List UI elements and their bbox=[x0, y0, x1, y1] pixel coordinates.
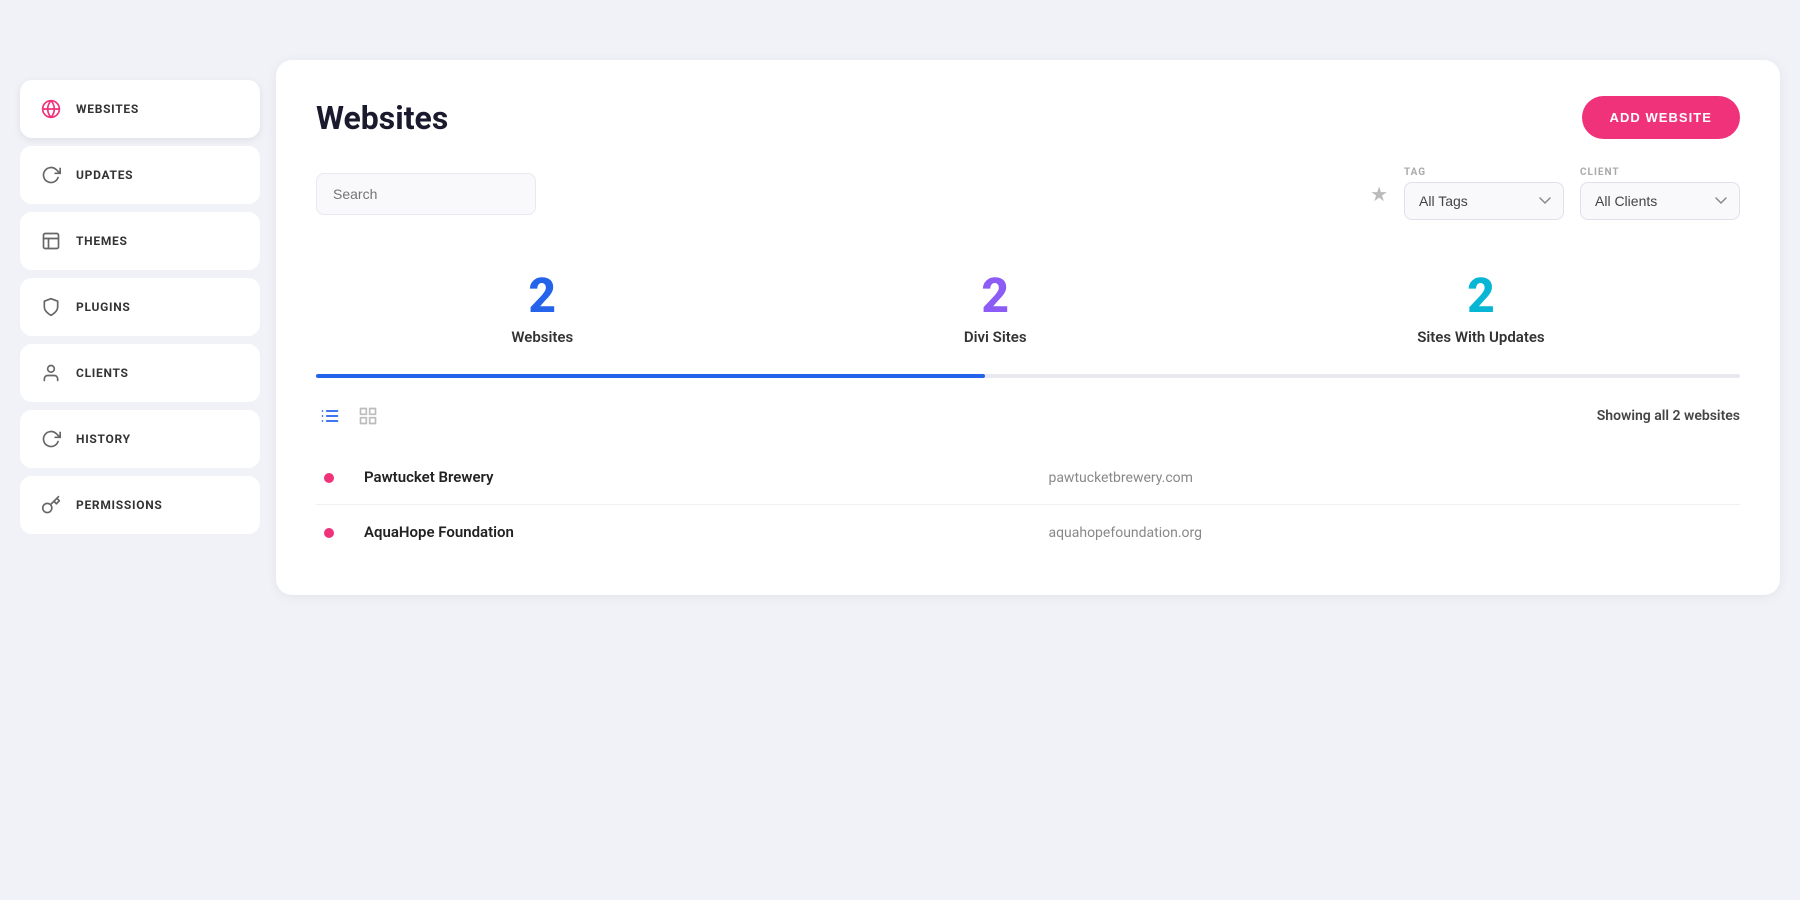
view-toggle bbox=[316, 402, 382, 430]
stat-websites: 2 Websites bbox=[511, 272, 573, 346]
add-website-button[interactable]: ADD WEBSITE bbox=[1582, 96, 1740, 139]
sidebar-item-plugins[interactable]: Plugins bbox=[20, 278, 260, 336]
showing-count: Showing all 2 websites bbox=[1597, 408, 1740, 424]
client-filter-group: CLIENT All Clients bbox=[1580, 167, 1740, 220]
tag-filter-select[interactable]: All Tags bbox=[1404, 182, 1564, 220]
filter-row: ★ TAG All Tags CLIENT All Clients bbox=[316, 167, 1740, 220]
search-input[interactable] bbox=[316, 173, 536, 215]
sidebar-item-label-themes: Themes bbox=[76, 234, 128, 248]
sidebar-item-permissions[interactable]: Permissions bbox=[20, 476, 260, 534]
stat-divi-label: Divi Sites bbox=[964, 328, 1027, 346]
stat-divi-sites: 2 Divi Sites bbox=[964, 272, 1027, 346]
site-name: AquaHope Foundation bbox=[364, 523, 514, 541]
client-filter-select[interactable]: All Clients bbox=[1580, 182, 1740, 220]
sidebar-item-label-clients: Clients bbox=[76, 366, 129, 380]
page-title: Websites bbox=[316, 99, 448, 137]
tag-filter-group: TAG All Tags bbox=[1404, 167, 1564, 220]
sidebar-item-history[interactable]: History bbox=[20, 410, 260, 468]
site-status-dot bbox=[324, 473, 334, 483]
sidebar-item-themes[interactable]: Themes bbox=[20, 212, 260, 270]
site-url: aquahopefoundation.org bbox=[1048, 525, 1202, 541]
stat-sites-with-updates: 2 Sites With Updates bbox=[1417, 272, 1544, 346]
stat-updates-number: 2 bbox=[1417, 272, 1544, 320]
globe-icon bbox=[40, 98, 62, 120]
grid-view-button[interactable] bbox=[354, 402, 382, 430]
progress-bar bbox=[316, 374, 1740, 378]
progress-bar-fill bbox=[316, 374, 985, 378]
stats-row: 2 Websites 2 Divi Sites 2 Sites With Upd… bbox=[316, 252, 1740, 374]
list-view-button[interactable] bbox=[316, 402, 344, 430]
table-row[interactable]: Pawtucket Brewery pawtucketbrewery.com bbox=[316, 450, 1740, 505]
table-row[interactable]: AquaHope Foundation aquahopefoundation.o… bbox=[316, 505, 1740, 560]
sidebar-item-label-permissions: Permissions bbox=[76, 498, 163, 512]
client-filter-label: CLIENT bbox=[1580, 167, 1740, 178]
app-layout: Websites Updates Themes bbox=[20, 60, 1780, 595]
sidebar-item-clients[interactable]: Clients bbox=[20, 344, 260, 402]
sites-table: Pawtucket Brewery pawtucketbrewery.com A… bbox=[316, 450, 1740, 559]
sidebar-item-label-history: History bbox=[76, 432, 131, 446]
sidebar: Websites Updates Themes bbox=[20, 60, 260, 595]
sidebar-item-label-plugins: Plugins bbox=[76, 300, 131, 314]
stat-websites-number: 2 bbox=[511, 272, 573, 320]
tag-filter-label: TAG bbox=[1404, 167, 1564, 178]
sidebar-item-label-updates: Updates bbox=[76, 168, 133, 182]
key-icon bbox=[40, 494, 62, 516]
site-name: Pawtucket Brewery bbox=[364, 468, 494, 486]
main-header: Websites ADD WEBSITE bbox=[316, 96, 1740, 139]
site-url: pawtucketbrewery.com bbox=[1048, 470, 1192, 486]
main-content: Websites ADD WEBSITE ★ TAG All Tags CLIE… bbox=[276, 60, 1780, 595]
sidebar-item-label-websites: Websites bbox=[76, 102, 139, 116]
refresh-icon bbox=[40, 164, 62, 186]
sidebar-item-websites[interactable]: Websites bbox=[20, 80, 260, 138]
site-status-dot bbox=[324, 528, 334, 538]
sidebar-item-updates[interactable]: Updates bbox=[20, 146, 260, 204]
stat-updates-label: Sites With Updates bbox=[1417, 328, 1544, 346]
favorite-star-icon[interactable]: ★ bbox=[1370, 182, 1388, 206]
clock-icon bbox=[40, 428, 62, 450]
list-controls: Showing all 2 websites bbox=[316, 402, 1740, 430]
layout-icon bbox=[40, 230, 62, 252]
shield-icon bbox=[40, 296, 62, 318]
stat-websites-label: Websites bbox=[511, 328, 573, 346]
stat-divi-number: 2 bbox=[964, 272, 1027, 320]
user-icon bbox=[40, 362, 62, 384]
